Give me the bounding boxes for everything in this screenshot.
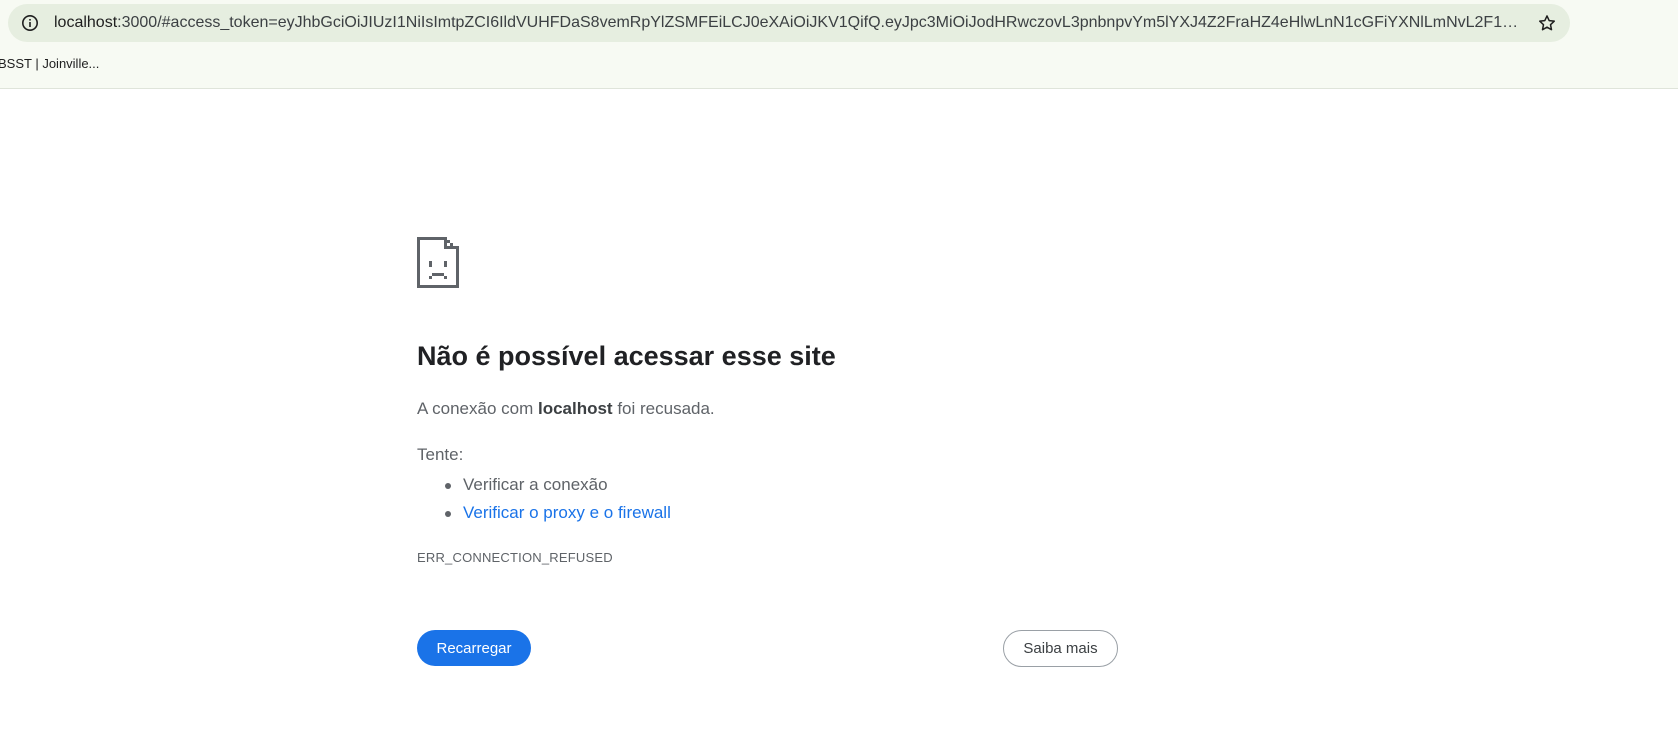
description-host: localhost bbox=[537, 399, 613, 418]
suggestion-check-proxy: Verificar o proxy e o firewall bbox=[417, 499, 671, 527]
reload-button[interactable]: Recarregar bbox=[417, 630, 531, 666]
info-circle-icon[interactable] bbox=[20, 13, 40, 33]
suggestion-label: Verificar a conexão bbox=[463, 475, 608, 494]
error-title: Não é possível acessar esse site bbox=[417, 341, 836, 371]
bookmark-item[interactable]: BSST | Joinville... bbox=[0, 56, 99, 71]
address-bar[interactable]: localhost:3000/#access_token=eyJhbGciOiJ… bbox=[8, 4, 1570, 42]
suggestions-list: Verificar a conexão Verificar o proxy e … bbox=[417, 471, 671, 527]
description-suffix: foi recusada. bbox=[612, 399, 715, 418]
bookmarks-bar: BSST | Joinville... bbox=[0, 50, 1678, 80]
url-path: :3000/#access_token=eyJhbGciOiJIUzI1NiIs… bbox=[117, 14, 1519, 31]
suggestion-check-connection: Verificar a conexão bbox=[417, 471, 671, 499]
description-prefix: A conexão com bbox=[417, 399, 538, 418]
check-proxy-firewall-link[interactable]: Verificar o proxy e o firewall bbox=[463, 503, 671, 522]
error-code: ERR_CONNECTION_REFUSED bbox=[417, 550, 613, 565]
star-outline-icon[interactable] bbox=[1536, 12, 1558, 34]
learn-more-button[interactable]: Saiba mais bbox=[1003, 630, 1118, 667]
url-text[interactable]: localhost:3000/#access_token=eyJhbGciOiJ… bbox=[54, 4, 1519, 42]
error-description: A conexão com localhost foi recusada. bbox=[417, 399, 715, 419]
browser-toolbar: localhost:3000/#access_token=eyJhbGciOiJ… bbox=[0, 0, 1678, 89]
try-label: Tente: bbox=[417, 445, 464, 464]
url-host: localhost bbox=[54, 14, 118, 31]
sad-document-icon bbox=[417, 237, 459, 288]
